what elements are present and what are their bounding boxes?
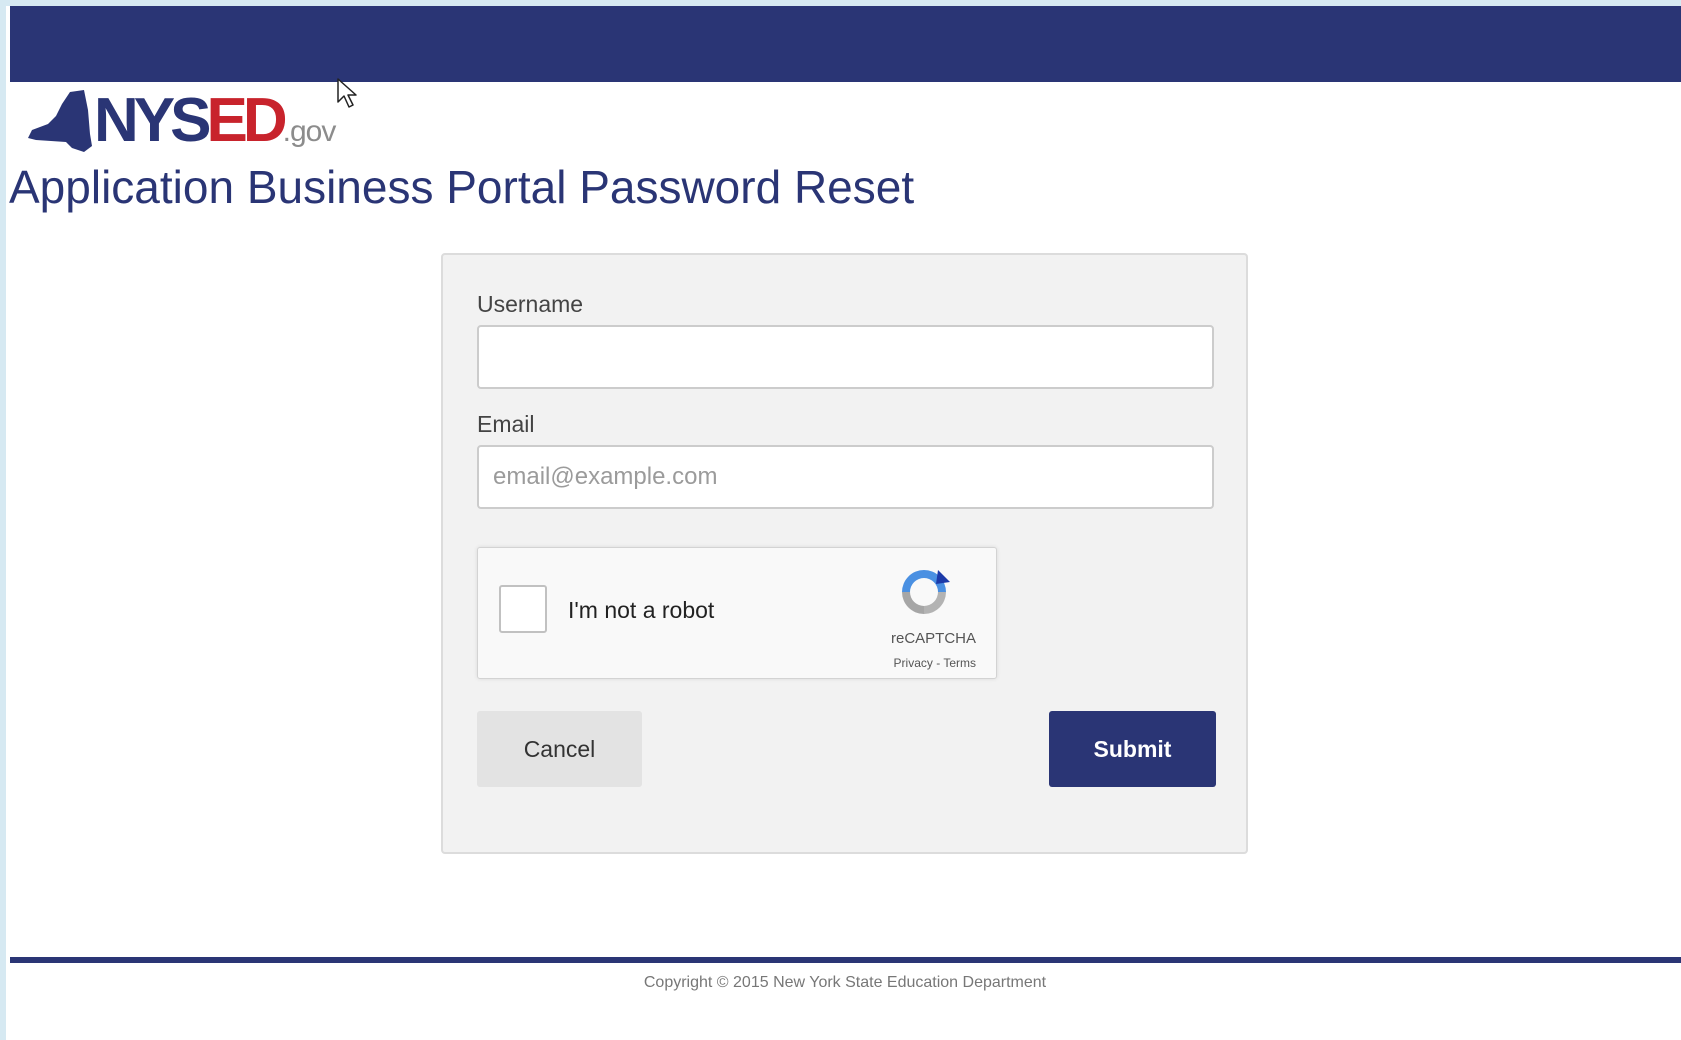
ny-state-map-icon	[28, 90, 92, 152]
recaptcha-brand: reCAPTCHA	[890, 630, 976, 647]
nysed-logo[interactable]: NYSED.gov	[26, 86, 346, 156]
page: NYSED.gov Application Business Portal Pa…	[0, 0, 1681, 1040]
recaptcha-terms-link[interactable]: Terms	[943, 656, 976, 670]
recaptcha-links: Privacy - Terms	[894, 656, 976, 670]
recaptcha-link-separator: -	[932, 656, 944, 670]
password-reset-form: Username Email I'm not a robot reCAPTCHA…	[441, 253, 1248, 854]
submit-button[interactable]: Submit	[1049, 711, 1216, 787]
cancel-button[interactable]: Cancel	[477, 711, 642, 787]
recaptcha-widget: I'm not a robot reCAPTCHA Privacy - Term…	[477, 547, 997, 679]
logo-text-accent: ED	[206, 86, 287, 155]
footer-divider	[10, 957, 1681, 963]
logo-text-primary: NYS	[94, 86, 212, 155]
mouse-cursor-icon	[337, 78, 357, 108]
recaptcha-logo-icon	[902, 570, 950, 614]
window-edge-left	[0, 0, 6, 1040]
username-input[interactable]	[477, 325, 1214, 389]
recaptcha-privacy-link[interactable]: Privacy	[894, 656, 933, 670]
footer-copyright: Copyright © 2015 New York State Educatio…	[643, 974, 1047, 991]
email-label: Email	[477, 411, 535, 437]
email-input[interactable]	[477, 445, 1214, 509]
username-label: Username	[477, 291, 584, 317]
recaptcha-label: I'm not a robot	[568, 597, 715, 623]
page-title: Application Business Portal Password Res…	[9, 161, 915, 213]
header-bar	[10, 6, 1681, 82]
logo-text-suffix: .gov	[282, 115, 337, 148]
recaptcha-checkbox[interactable]	[499, 585, 547, 633]
